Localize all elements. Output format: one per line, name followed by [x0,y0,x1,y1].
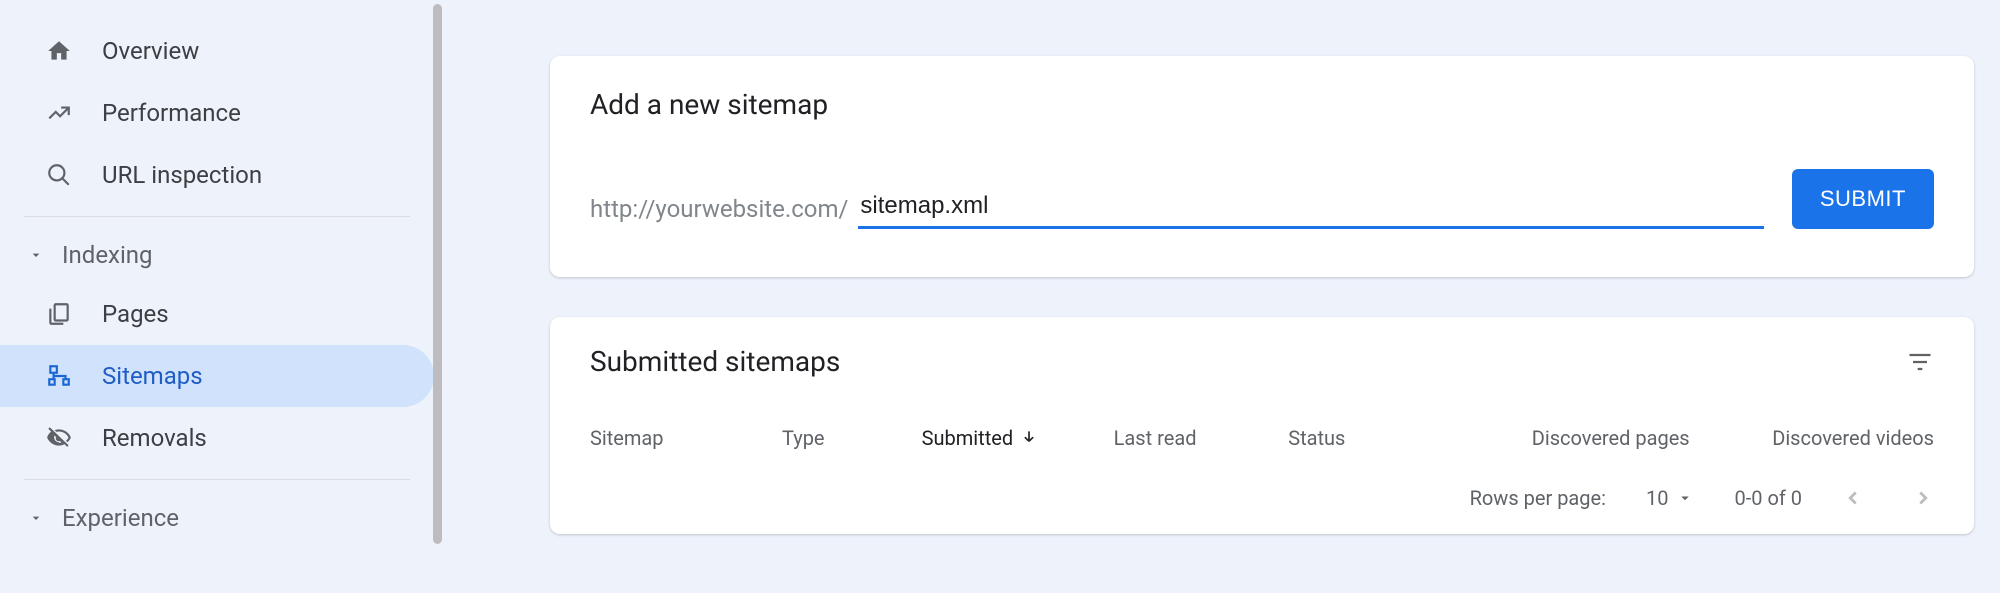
sidebar-item-label: URL inspection [102,161,262,189]
column-submitted[interactable]: Submitted [922,426,1114,450]
main-content: Add a new sitemap http://yourwebsite.com… [434,0,2000,593]
column-sitemap[interactable]: Sitemap [590,426,782,450]
sidebar-item-label: Sitemaps [102,362,203,390]
pages-icon [44,299,74,329]
chevron-down-icon [28,247,52,263]
table-header: Sitemap Type Submitted Last read Status … [550,402,1974,470]
rows-per-page-label: Rows per page: [1470,486,1606,510]
column-type[interactable]: Type [782,426,922,450]
sidebar-item-performance[interactable]: Performance [0,82,434,144]
submitted-sitemaps-card: Submitted sitemaps Sitemap Type Submitte… [550,317,1974,534]
sitemap-url-input[interactable] [858,188,1763,229]
section-header-experience[interactable]: Experience [0,490,434,546]
rows-per-page-select[interactable]: 10 [1646,486,1694,510]
chevron-down-icon [28,510,52,526]
filter-icon[interactable] [1906,348,1934,376]
scrollbar-thumb[interactable] [433,4,442,544]
table-pagination: Rows per page: 10 0-0 of 0 [550,470,1974,534]
chevron-down-icon [1676,489,1694,507]
scrollbar[interactable] [432,4,444,544]
divider [24,216,410,217]
sidebar: Overview Performance URL inspection Inde… [0,0,434,593]
section-header-indexing[interactable]: Indexing [0,227,434,283]
column-last-read[interactable]: Last read [1114,426,1289,450]
section-label: Indexing [62,241,153,269]
search-icon [44,160,74,190]
column-label: Submitted [922,426,1014,450]
sidebar-item-url-inspection[interactable]: URL inspection [0,144,434,206]
card-title: Submitted sitemaps [590,345,840,378]
url-prefix: http://yourwebsite.com/ [590,195,848,229]
submit-button[interactable]: SUBMIT [1792,169,1934,229]
sidebar-item-overview[interactable]: Overview [0,20,434,82]
sidebar-item-label: Performance [102,99,241,127]
sidebar-item-label: Pages [102,300,169,328]
card-title: Add a new sitemap [590,88,1934,121]
sidebar-item-removals[interactable]: Removals [0,407,434,469]
sidebar-item-label: Overview [102,37,199,65]
sitemap-icon [44,361,74,391]
divider [24,479,410,480]
visibility-off-icon [44,423,74,453]
next-page-button[interactable] [1912,487,1934,509]
column-discovered-videos[interactable]: Discovered videos [1690,426,1934,450]
sidebar-item-label: Removals [102,424,207,452]
sidebar-item-sitemaps[interactable]: Sitemaps [0,345,434,407]
rows-value: 10 [1646,486,1668,510]
sidebar-item-pages[interactable]: Pages [0,283,434,345]
column-status[interactable]: Status [1288,426,1463,450]
pagination-range: 0-0 of 0 [1734,486,1802,510]
column-discovered-pages[interactable]: Discovered pages [1463,426,1690,450]
sitemap-input-row: http://yourwebsite.com/ SUBMIT [590,169,1934,229]
section-label: Experience [62,504,179,532]
trend-icon [44,98,74,128]
add-sitemap-card: Add a new sitemap http://yourwebsite.com… [550,56,1974,277]
home-icon [44,36,74,66]
arrow-down-icon [1019,428,1039,448]
previous-page-button[interactable] [1842,487,1864,509]
